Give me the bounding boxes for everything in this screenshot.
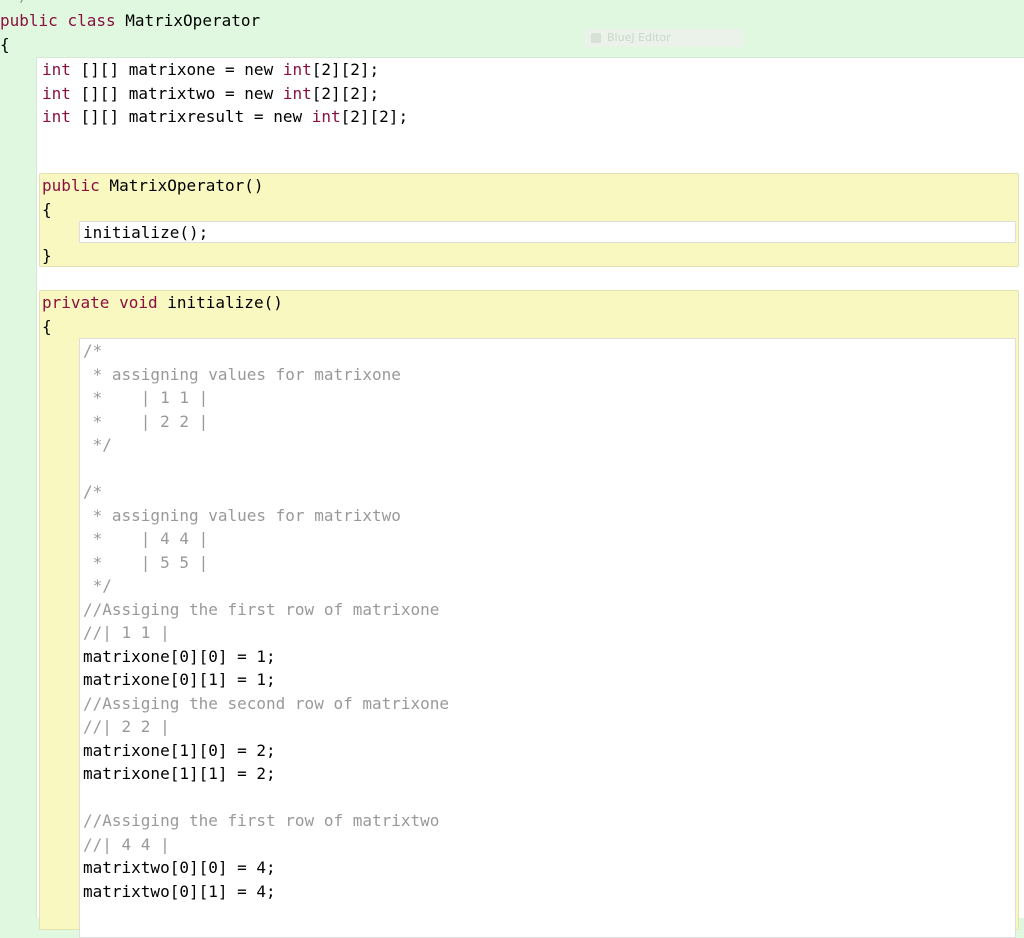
code-line[interactable]: matrixone[0][1] = 1; bbox=[83, 668, 1015, 692]
field-type: int bbox=[42, 107, 71, 126]
code-line[interactable]: matrixtwo[0][0] = 4; bbox=[83, 856, 1015, 880]
code-line[interactable]: matrixtwo[0][1] = 4; bbox=[83, 880, 1015, 904]
constructor-signature[interactable]: public MatrixOperator() bbox=[42, 174, 264, 198]
constructor-close-brace: } bbox=[42, 246, 52, 265]
tooltip-close-icon bbox=[591, 33, 601, 43]
comment-line[interactable]: //Assiging the second row of matrixone bbox=[83, 692, 1015, 716]
constructor-open-brace: { bbox=[42, 199, 52, 219]
field-type: int bbox=[42, 60, 71, 79]
comment-line[interactable]: /* bbox=[83, 480, 1015, 504]
field-decl: [][] matrixone = new bbox=[70, 60, 283, 79]
method-name: initialize() bbox=[157, 293, 283, 312]
field-dims: [2][2]; bbox=[311, 83, 380, 103]
code-line[interactable]: initialize(); bbox=[80, 222, 1015, 243]
class-declaration[interactable]: public class MatrixOperator bbox=[0, 9, 260, 33]
method-open-brace: { bbox=[42, 316, 52, 336]
doc-comment-end: */ bbox=[0, 0, 29, 6]
field-new-type: int bbox=[282, 60, 312, 79]
comment-line[interactable]: */ bbox=[83, 433, 1015, 457]
constructor-name: MatrixOperator() bbox=[99, 176, 264, 195]
keyword-void: void bbox=[119, 293, 158, 312]
field-matrixresult[interactable]: int [][] matrixresult = new int[2][2]; bbox=[42, 105, 408, 129]
comment-line[interactable]: //| 4 4 | bbox=[83, 833, 1015, 857]
code-line[interactable]: matrixone[0][0] = 1; bbox=[83, 645, 1015, 669]
field-dims: [2][2]; bbox=[340, 107, 409, 126]
comment-line[interactable]: //Assiging the first row of matrixtwo bbox=[83, 809, 1015, 833]
comment-line[interactable]: /* bbox=[83, 339, 1015, 363]
code-line[interactable]: matrixone[1][1] = 2; bbox=[83, 762, 1015, 786]
comment-line[interactable]: */ bbox=[83, 574, 1015, 598]
field-new-type: int bbox=[282, 83, 312, 103]
constructor-block[interactable]: public MatrixOperator() { initialize(); … bbox=[39, 173, 1019, 267]
class-name: MatrixOperator bbox=[125, 11, 261, 30]
keyword-public: public bbox=[0, 11, 58, 30]
constructor-body[interactable]: initialize(); bbox=[79, 221, 1016, 243]
initialize-method-block[interactable]: private void initialize() { /* * assigni… bbox=[39, 290, 1019, 938]
field-decl: [][] matrixresult = new bbox=[70, 107, 312, 126]
keyword-class: class bbox=[67, 11, 116, 30]
comment-line[interactable]: * | 2 2 | bbox=[83, 410, 1015, 434]
field-dims: [2][2]; bbox=[311, 60, 380, 79]
tooltip-text: BlueJ Editor bbox=[607, 31, 671, 44]
field-new-type: int bbox=[311, 107, 341, 126]
field-decl: [][] matrixtwo = new bbox=[70, 83, 283, 103]
comment-line[interactable]: * | 5 5 | bbox=[83, 551, 1015, 575]
blank-line[interactable] bbox=[83, 786, 1015, 810]
field-matrixone[interactable]: int [][] matrixone = new int[2][2]; bbox=[42, 58, 408, 82]
class-open-brace: { bbox=[0, 35, 10, 54]
comment-line[interactable]: //| 2 2 | bbox=[83, 715, 1015, 739]
blank-line[interactable] bbox=[83, 457, 1015, 481]
comment-line[interactable]: * | 4 4 | bbox=[83, 527, 1015, 551]
comment-line[interactable]: //Assiging the first row of matrixone bbox=[83, 598, 1015, 622]
method-body[interactable]: /* * assigning values for matrixone * | … bbox=[79, 338, 1016, 938]
comment-line[interactable]: * | 1 1 | bbox=[83, 386, 1015, 410]
keyword-public: public bbox=[42, 176, 100, 195]
method-signature[interactable]: private void initialize() bbox=[42, 291, 283, 315]
comment-line[interactable]: * assigning values for matrixone bbox=[83, 363, 1015, 387]
comment-line[interactable]: * assigning values for matrixtwo bbox=[83, 504, 1015, 528]
field-type: int bbox=[42, 83, 71, 103]
code-line[interactable]: matrixone[1][0] = 2; bbox=[83, 739, 1015, 763]
editor-tooltip: BlueJ Editor bbox=[585, 29, 743, 47]
field-declarations: int [][] matrixone = new int[2][2]; int … bbox=[42, 58, 408, 129]
keyword-private: private bbox=[42, 293, 110, 312]
comment-line[interactable]: //| 1 1 | bbox=[83, 621, 1015, 645]
field-matrixtwo[interactable]: int [][] matrixtwo = new int[2][2]; bbox=[42, 82, 408, 106]
